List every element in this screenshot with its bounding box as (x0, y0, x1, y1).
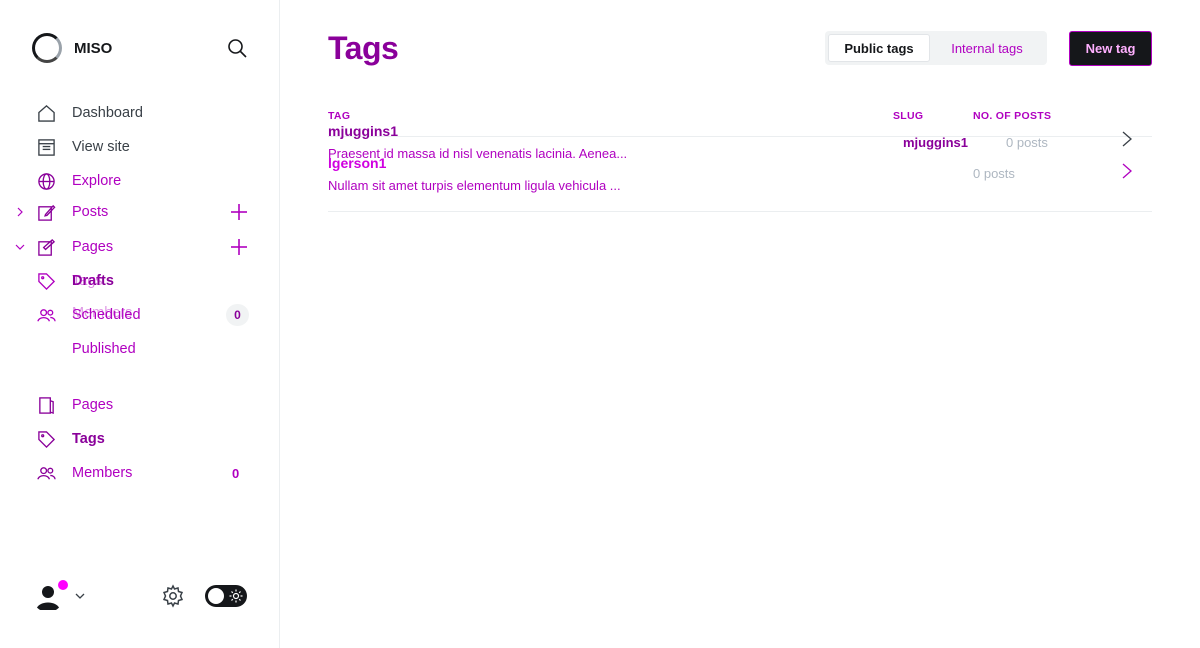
sidebar-item-pages-expanded[interactable]: Pages (0, 232, 279, 262)
sidebar-footer (0, 576, 279, 616)
sidebar-item-label: Published (72, 341, 136, 357)
sidebar-item-label: Posts (72, 204, 109, 220)
sidebar-item-dashboard[interactable]: Dashboard (0, 98, 279, 128)
toggle-knob (208, 588, 224, 604)
sidebar-item-label: Members (72, 465, 133, 481)
brand-logo-icon (32, 33, 62, 63)
home-icon (38, 105, 55, 122)
browser-window-icon (38, 139, 55, 156)
notification-dot (58, 580, 68, 590)
ghost-tags-label: Tags (72, 273, 103, 289)
search-icon[interactable] (225, 36, 249, 60)
add-page-plus-icon[interactable] (228, 236, 250, 258)
sidebar-item-pages[interactable]: Pages (0, 390, 279, 420)
chevron-right-icon[interactable] (14, 206, 26, 218)
tag-icon (38, 431, 56, 449)
page-edit-icon (38, 238, 56, 256)
tag-ghost-icon (38, 273, 56, 291)
sidebar-item-label: View site (72, 139, 130, 155)
globe-icon (38, 173, 55, 190)
tag-post-count[interactable]: 0 posts (973, 166, 1015, 181)
members-count: 0 (232, 466, 240, 481)
sidebar-item-tags[interactable]: Tags (0, 424, 279, 454)
page-title: Tags (328, 30, 399, 66)
sidebar-item-members[interactable]: Members 0 (0, 458, 279, 488)
sidebar-item-label: Pages (72, 397, 114, 413)
public-tags-tab[interactable]: Public tags (828, 34, 930, 62)
sidebar-item-view-site[interactable]: View site (0, 132, 279, 162)
sidebar-item-published[interactable]: Published (0, 334, 279, 364)
sun-icon (229, 589, 243, 603)
sidebar-item-explore[interactable]: Explore (0, 166, 279, 196)
internal-tags-tab[interactable]: Internal tags (930, 34, 1044, 62)
sidebar-item-posts[interactable]: Posts (0, 197, 279, 227)
tag-slug: mjuggins1 (903, 135, 969, 150)
main-content: Tags Public tags Internal tags New tag T… (328, 0, 1152, 648)
chevron-right-icon[interactable] (1120, 130, 1134, 148)
column-header-tag: TAG (328, 110, 351, 122)
dark-mode-toggle[interactable] (205, 585, 247, 607)
sidebar-item-label: Explore (72, 173, 122, 189)
sidebar-item-label: Dashboard (72, 105, 143, 121)
members-count-badge: 0 (226, 304, 249, 326)
brand[interactable]: MISO (32, 32, 112, 64)
tag-description: Nullam sit amet turpis elementum ligula … (328, 178, 621, 193)
chevron-down-icon[interactable] (14, 241, 26, 253)
chevron-down-icon[interactable] (74, 590, 86, 602)
pages-icon (39, 397, 54, 415)
sidebar-item-drafts[interactable]: Drafts Tags (0, 266, 279, 296)
members-icon (37, 467, 56, 480)
tag-name[interactable]: mjuggins1 (328, 123, 398, 139)
column-header-posts: NO. OF POSTS (973, 110, 1052, 122)
tag-type-filter: Public tags Internal tags (825, 31, 1047, 65)
new-tag-button[interactable]: New tag (1069, 31, 1152, 66)
sidebar-item-label: Pages (72, 239, 114, 255)
tag-post-count[interactable]: 0 posts (1006, 135, 1048, 150)
add-post-plus-icon[interactable] (228, 201, 250, 223)
chevron-right-icon[interactable] (1120, 162, 1134, 180)
gear-icon[interactable] (161, 584, 185, 608)
sidebar-item-scheduled[interactable]: Scheduled Members 0 (0, 300, 279, 330)
tag-name[interactable]: lgerson1 (328, 155, 386, 171)
column-header-slug: SLUG (893, 110, 924, 122)
sidebar: MISO Dashboard View site Explore Posts P… (0, 0, 280, 648)
row-divider (328, 211, 1152, 212)
ghost-members-label: Members (72, 305, 133, 321)
sidebar-item-label: Tags (72, 431, 105, 447)
members-ghost-icon (37, 309, 56, 322)
brand-name: MISO (74, 39, 113, 57)
pencil-square-icon (38, 204, 56, 221)
